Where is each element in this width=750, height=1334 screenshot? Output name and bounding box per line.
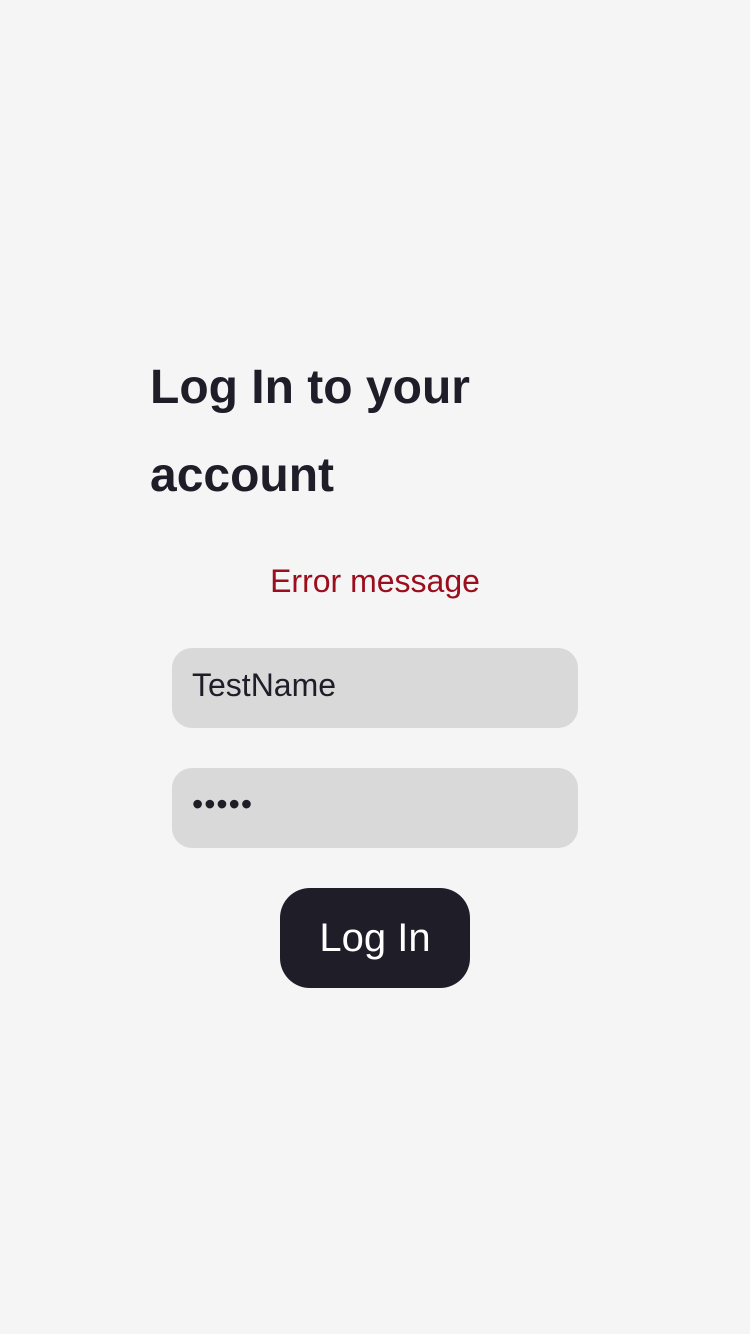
login-screen: Log In to your account Error message •••… xyxy=(0,0,750,1334)
login-button[interactable]: Log In xyxy=(280,888,470,988)
password-masked-value: ••••• xyxy=(192,786,254,822)
username-input[interactable] xyxy=(172,648,578,728)
page-title: Log In to your account xyxy=(150,361,470,502)
password-input[interactable]: ••••• xyxy=(172,768,578,848)
error-message: Error message xyxy=(270,563,480,599)
